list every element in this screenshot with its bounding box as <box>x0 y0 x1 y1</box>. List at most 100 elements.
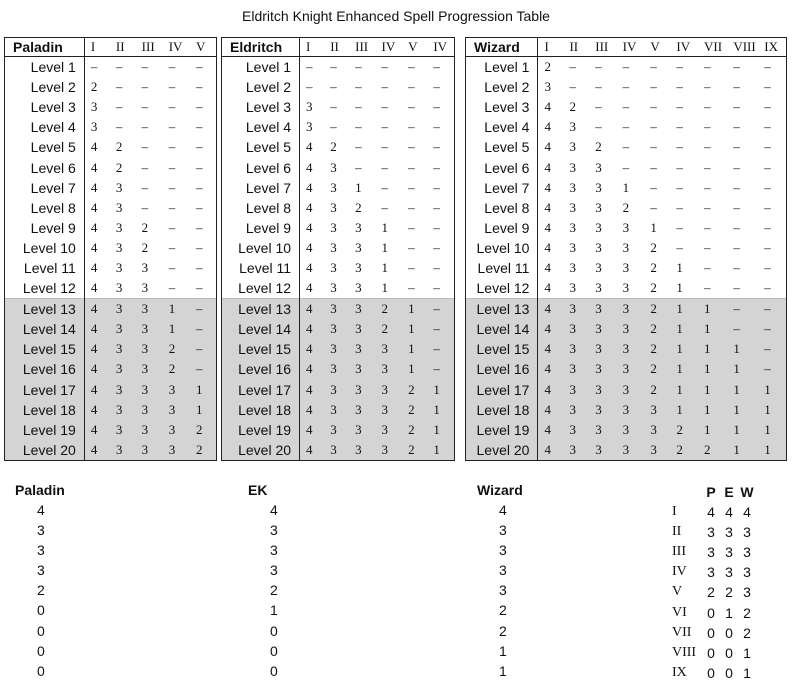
table-row: Level 17 4 3 3 3 2 1 <box>222 379 454 400</box>
spell-slot-cell: – <box>141 119 149 135</box>
spell-slot-cell: – <box>168 199 176 215</box>
spell-slot-cell: 1 <box>670 399 699 420</box>
spell-slot-cell: 3 <box>544 79 551 95</box>
spell-slot-cell: – <box>381 199 389 215</box>
spell-slot-cell: 2 <box>115 139 123 155</box>
spell-slot-cell: 3 <box>109 319 136 340</box>
spell-slot-cell: – <box>733 59 740 75</box>
column-header-spell-level: I <box>84 38 110 57</box>
row-level-label: Level 5 <box>222 137 301 158</box>
table-row: Level 13 4 3 3 3 2 1 1– – <box>466 298 786 320</box>
spell-slot-cell: 3 <box>355 219 362 235</box>
comparison-value: 0 <box>707 644 715 661</box>
comparison-value: 2 <box>743 624 751 641</box>
comparison-value: 3 <box>725 524 733 541</box>
spell-slot-cell: 3 <box>324 419 350 440</box>
spell-slot-cell: 3 <box>616 419 645 440</box>
row-level-label: Level 8 <box>5 197 85 218</box>
comparison-value: 3 <box>707 524 715 541</box>
row-level-label: Level 13 <box>466 298 539 320</box>
spell-slot-cell: 3 <box>141 280 149 296</box>
table-row: Level 17 4 3 3 3 1 <box>5 379 216 400</box>
spell-slot-cell: 3 <box>306 99 313 115</box>
spell-slot-cell: 3 <box>109 379 136 400</box>
table-row: Level 11 4 3 3 3 2 1 – – – <box>466 257 786 279</box>
spell-slot-cell: 4 <box>299 439 325 460</box>
summary-heading: EK <box>248 482 268 498</box>
spell-slot-cell: – <box>330 119 337 135</box>
summary-value: 3 <box>499 582 507 599</box>
spell-slot-cell: 1 <box>698 399 728 420</box>
spell-slot-cell: – <box>764 239 771 255</box>
spell-slot-cell: – <box>650 159 657 175</box>
table-row: Level 18 4 3 3 3 3 1 1 1 1 <box>466 399 786 420</box>
spell-slot-cell: – <box>196 239 203 255</box>
spell-slot-cell: – <box>704 239 711 255</box>
spell-slot-cell: 3 <box>563 379 590 400</box>
spell-slot-cell: 3 <box>595 259 602 275</box>
spell-slot-cell: – <box>650 119 657 135</box>
spell-slot-cell: 3 <box>616 379 645 400</box>
row-level-label: Level 14 <box>466 319 539 340</box>
spell-slot-cell: 1 <box>190 379 216 400</box>
summary-value: 0 <box>270 642 278 659</box>
spell-slot-cell: – <box>733 280 740 296</box>
spell-slot-cell: – <box>733 239 740 255</box>
table-row: Level 3 3 – – – – – <box>222 97 454 118</box>
spell-slot-cell: 1 <box>698 359 728 380</box>
spell-slot-cell: – <box>764 259 771 275</box>
table-row: Level 12 4 3 3 1 – – <box>222 278 454 299</box>
spell-slot-cell: 1 <box>670 339 699 360</box>
row-level-label: Level 10 <box>5 237 85 258</box>
spell-slot-cell: 3 <box>349 359 376 380</box>
spell-slot-cell: – <box>355 159 362 175</box>
table-row: Level 7 4 3 1 – – – <box>222 177 454 198</box>
spell-slot-cell: – <box>595 119 602 135</box>
spell-slot-cell: 3 <box>569 259 576 275</box>
spell-slot-cell: – <box>764 119 771 135</box>
spell-slot-cell: 3 <box>644 419 671 440</box>
spell-slot-cell: 2 <box>162 359 190 380</box>
spell-slot-cell: 3 <box>589 399 617 420</box>
spell-slot-cell: 3 <box>109 399 136 420</box>
row-level-label: Level 9 <box>222 217 301 238</box>
comparison-spell-level: VII <box>672 624 692 640</box>
spell-slot-cell: 4 <box>537 359 564 380</box>
row-level-label: Level 4 <box>222 117 301 138</box>
spell-slot-cell: 1 <box>698 419 728 440</box>
spell-slot-cell: 1 <box>162 319 190 340</box>
table-row: Level 4 3 – – – – – <box>222 117 454 138</box>
spell-slot-cell: 4 <box>537 419 564 440</box>
comparison-row: II 3 3 3 <box>668 522 756 542</box>
spell-slot-cell: 3 <box>162 379 190 400</box>
row-level-label: Level 4 <box>466 117 539 138</box>
spell-slot-cell: – <box>758 339 786 360</box>
spell-slot-cell: 3 <box>324 399 350 420</box>
spell-slot-cell: – <box>190 359 216 380</box>
summary-value: 4 <box>270 502 278 518</box>
table-row: Level 14 4 3 3 1– <box>5 319 216 340</box>
row-level-label: Level 19 <box>5 419 85 440</box>
spell-slot-cell: – <box>168 59 176 75</box>
spell-slot-cell: 3 <box>141 259 149 275</box>
spell-slot-cell: 3 <box>595 239 602 255</box>
comparison-value: 0 <box>725 624 733 641</box>
spell-slot-cell: 4 <box>299 379 325 400</box>
spell-slot-cell: 3 <box>355 280 362 296</box>
row-level-label: Level 12 <box>466 278 539 299</box>
spell-slot-cell: 3 <box>595 280 602 296</box>
spell-slot-cell: 4 <box>306 159 313 175</box>
spell-slot-cell: 3 <box>135 319 163 340</box>
spell-slot-cell: – <box>622 79 630 95</box>
column-header-spell-level: II <box>324 38 350 57</box>
spell-slot-cell: – <box>355 139 362 155</box>
table-row: Level 17 4 3 3 3 2 1 1 1 1 <box>466 379 786 400</box>
spell-slot-cell: – <box>168 219 176 235</box>
spell-slot-cell: 4 <box>544 159 551 175</box>
spell-slot-cell: 3 <box>115 239 123 255</box>
spell-slot-cell: 4 <box>544 179 551 195</box>
comparison-value: 0 <box>707 664 715 681</box>
table-row: Level 15 4 3 3 3 1– <box>222 339 454 360</box>
comparison-row: I444 <box>668 502 756 522</box>
spell-slot-cell: 2 <box>402 439 428 460</box>
